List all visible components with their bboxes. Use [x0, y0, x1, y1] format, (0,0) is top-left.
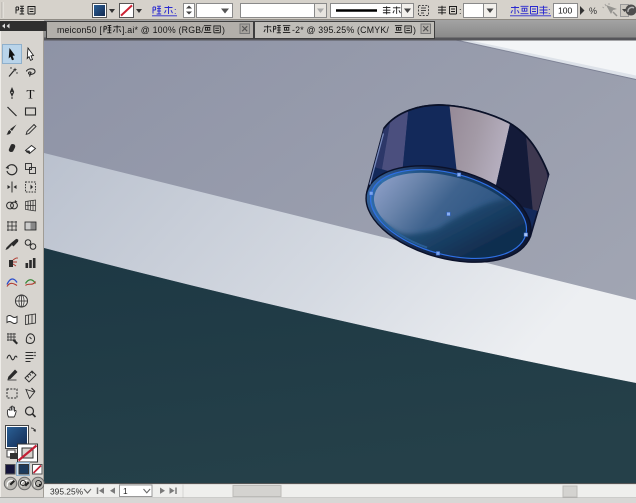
svg-text:].ai* @ 100% (RGB/: ].ai* @ 100% (RGB/ — [122, 25, 204, 35]
svg-text:): ) — [413, 25, 416, 35]
svg-text:-2* @ 395.25% (CMYK/: -2* @ 395.25% (CMYK/ — [292, 25, 389, 35]
svg-text::: : — [459, 6, 462, 16]
svg-text::: : — [174, 6, 177, 16]
svg-text:100: 100 — [558, 6, 572, 16]
svg-text:T: T — [27, 87, 35, 102]
svg-text:meicon50 [: meicon50 [ — [57, 25, 102, 35]
svg-text:395.25%: 395.25% — [50, 487, 84, 497]
svg-text:%: % — [589, 6, 597, 16]
svg-text:1: 1 — [123, 486, 128, 496]
svg-text::: : — [548, 6, 551, 16]
svg-text:): ) — [222, 25, 225, 35]
